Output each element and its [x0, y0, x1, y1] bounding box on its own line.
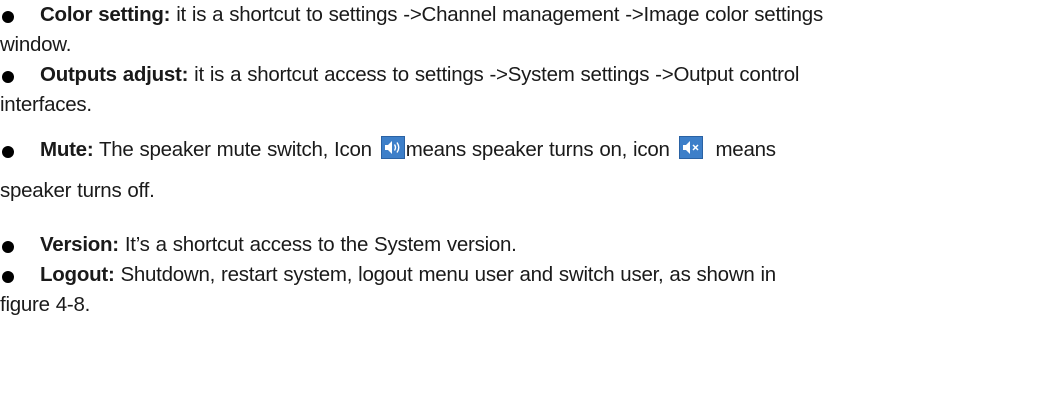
bullet	[2, 241, 14, 253]
bullet	[2, 11, 14, 23]
bullet	[2, 71, 14, 83]
speaker-on-icon	[380, 136, 405, 159]
list-item-color-setting: Color setting: it is a shortcut to setti…	[0, 0, 1059, 60]
bullet	[2, 271, 14, 283]
item-term: Outputs adjust:	[40, 63, 189, 86]
list-item-logout: Logout: Shutdown, restart system, logout…	[0, 260, 1059, 320]
item-line: Logout: Shutdown, restart system, logout…	[0, 260, 1059, 290]
list-item-version: Version: It’s a shortcut access to the S…	[0, 230, 1059, 260]
item-text: It’s a shortcut access to the System ver…	[118, 233, 517, 256]
speaker-off-icon	[678, 136, 703, 159]
item-continuation: figure 4-8.	[0, 293, 91, 316]
item-continuation: interfaces.	[0, 93, 92, 116]
bullet	[2, 146, 14, 158]
item-term: Color setting:	[40, 3, 171, 26]
item-text: it is a shortcut access to settings ->Sy…	[188, 63, 800, 86]
item-text: Shutdown, restart system, logout menu us…	[114, 263, 776, 286]
item-continuation: speaker turns off.	[0, 179, 155, 202]
item-line: Outputs adjust: it is a shortcut access …	[0, 60, 1059, 90]
list-item-mute: Mute: The speaker mute switch, Icon mean…	[0, 135, 1059, 206]
item-text: it is a shortcut to settings ->Channel m…	[170, 3, 823, 26]
item-text: The speaker mute switch, Icon	[93, 138, 378, 161]
item-line: Color setting: it is a shortcut to setti…	[0, 0, 1059, 30]
item-text: means speaker turns on, icon	[405, 138, 676, 161]
item-text: means	[703, 138, 776, 161]
item-term: Version:	[40, 233, 119, 256]
item-term: Logout:	[40, 263, 115, 286]
item-continuation: window.	[0, 33, 72, 56]
item-term: Mute:	[40, 138, 94, 161]
list-item-outputs-adjust: Outputs adjust: it is a shortcut access …	[0, 60, 1059, 120]
item-line: Mute: The speaker mute switch, Icon mean…	[0, 135, 1059, 165]
item-line: Version: It’s a shortcut access to the S…	[0, 230, 1059, 260]
